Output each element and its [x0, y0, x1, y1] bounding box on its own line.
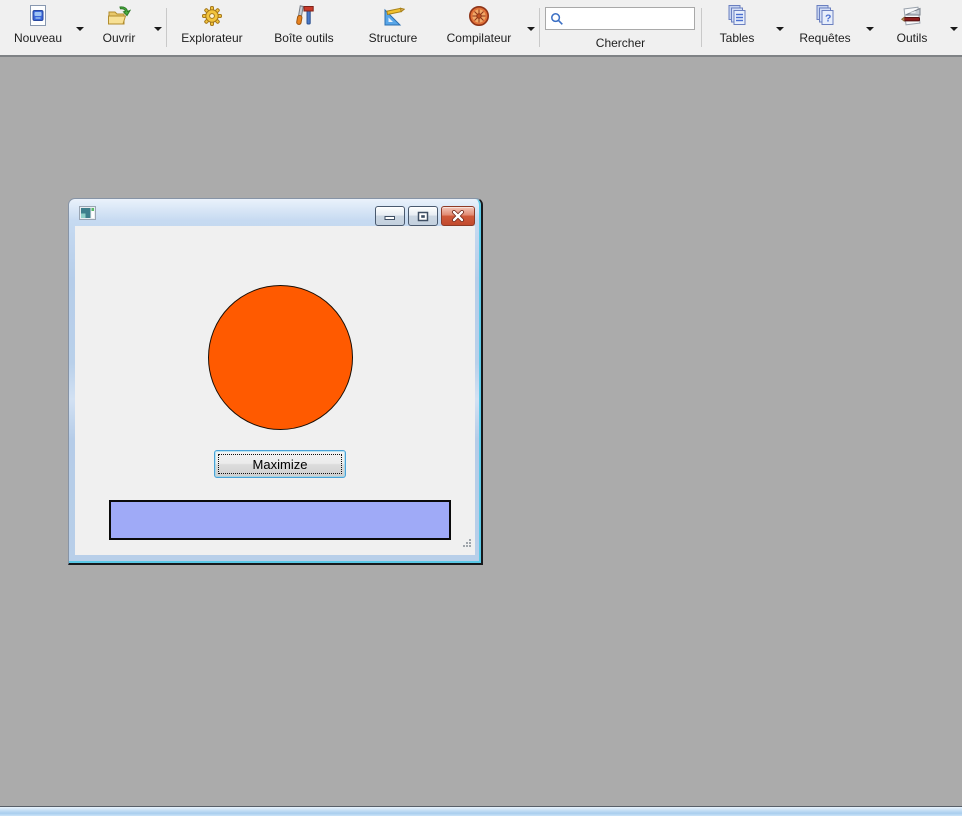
gear-icon [199, 3, 225, 29]
search-box [545, 7, 695, 30]
dropdown-arrow-icon[interactable] [946, 27, 962, 31]
drawing-tools-icon [899, 3, 925, 29]
dropdown-arrow-icon[interactable] [150, 27, 166, 31]
toolbar-label: Boîte outils [274, 31, 333, 45]
toolbar-label: Tables [720, 31, 755, 45]
new-document-icon [25, 3, 51, 29]
dropdown-arrow-icon[interactable] [772, 27, 788, 31]
toolbar-label: Outils [897, 31, 928, 45]
window-controls [375, 206, 475, 226]
search-icon [550, 12, 564, 26]
blue-rectangle [109, 500, 451, 540]
resize-grip-icon[interactable] [462, 535, 472, 553]
workspace: Maximize [0, 57, 962, 806]
taskbar-edge[interactable] [0, 806, 962, 816]
toolbar-label: Nouveau [14, 31, 62, 45]
documents-stack-icon [724, 3, 750, 29]
close-button[interactable] [441, 206, 475, 226]
documents-question-icon: ? [812, 3, 838, 29]
orange-circle [208, 285, 353, 430]
toolbox-icon [291, 3, 317, 29]
window-titlebar[interactable] [69, 199, 481, 226]
toolbar-label: Explorateur [181, 31, 242, 45]
toolbar-button-ouvrir[interactable]: Ouvrir [88, 0, 166, 55]
toolbar-label: Compilateur [447, 31, 512, 45]
open-folder-icon [106, 3, 132, 29]
main-toolbar: Nouveau Ouvrir [0, 0, 962, 57]
set-square-icon [380, 3, 406, 29]
toolbar-button-structure[interactable]: Structure [351, 0, 435, 55]
search-label: Chercher [596, 36, 645, 50]
close-icon [451, 210, 465, 222]
search-input[interactable] [546, 8, 694, 29]
maximize-icon [417, 211, 429, 222]
toolbar-button-outils[interactable]: Outils [878, 0, 962, 55]
toolbar-button-tables[interactable]: Tables [702, 0, 788, 55]
toolbar-label: Structure [369, 31, 418, 45]
minimize-icon [384, 211, 396, 221]
toolbar-search-group: Chercher [540, 0, 701, 55]
toolbar-label: Requêtes [799, 31, 850, 45]
toolbar-button-boite-outils[interactable]: Boîte outils [257, 0, 351, 55]
window-content: Maximize [75, 226, 475, 555]
app-window: Maximize [68, 198, 483, 565]
form-window-icon [79, 206, 96, 225]
svg-text:?: ? [825, 13, 831, 25]
dropdown-arrow-icon[interactable] [523, 27, 539, 31]
dropdown-arrow-icon[interactable] [862, 27, 878, 31]
minimize-button[interactable] [375, 206, 405, 226]
toolbar-label: Ouvrir [103, 31, 136, 45]
maximize-form-button[interactable]: Maximize [214, 450, 346, 478]
dropdown-arrow-icon[interactable] [72, 27, 88, 31]
toolbar-button-explorateur[interactable]: Explorateur [167, 0, 257, 55]
toolbar-button-nouveau[interactable]: Nouveau [4, 0, 88, 55]
toolbar-button-requetes[interactable]: ? Requêtes [788, 0, 878, 55]
compiler-wheel-icon [466, 3, 492, 29]
toolbar-button-compilateur[interactable]: Compilateur [435, 0, 539, 55]
maximize-button[interactable] [408, 206, 438, 226]
